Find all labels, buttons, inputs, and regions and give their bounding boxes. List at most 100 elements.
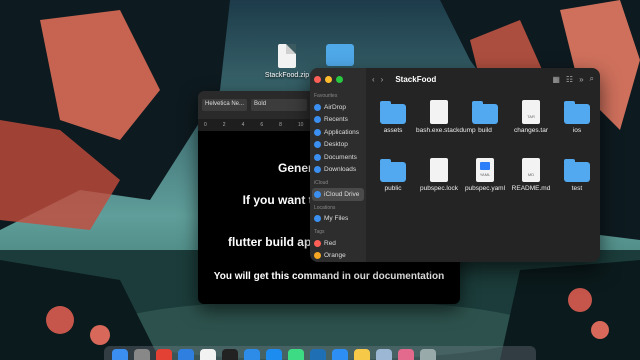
document-icon: TAR (522, 100, 540, 124)
photos-icon[interactable] (398, 349, 414, 360)
ruler-tick: 8 (279, 122, 282, 128)
sidebar-item-recents[interactable]: Recents (310, 114, 366, 127)
finder-icon[interactable] (112, 349, 128, 360)
sidebar-item-label: AirDrop (324, 103, 347, 111)
file-item[interactable]: public (370, 156, 416, 208)
ruler-tick: 4 (241, 122, 245, 128)
sidebar-item-desktop[interactable]: Desktop (310, 139, 366, 152)
clock-icon (314, 116, 321, 124)
app-store-icon[interactable] (266, 349, 282, 360)
file-item[interactable]: ios (554, 98, 600, 150)
file-name: pubspec.lock (420, 185, 458, 192)
file-item[interactable]: YAML pubspec.yaml (462, 156, 508, 208)
folder-icon (472, 101, 498, 124)
more-icon[interactable]: » (579, 75, 583, 84)
ruler-tick: 10 (297, 122, 304, 128)
notes-icon[interactable] (354, 349, 370, 360)
document-icon (430, 158, 448, 182)
airdrop-icon (314, 103, 321, 111)
sidebar-item-documents[interactable]: Documents (310, 151, 366, 164)
sidebar-item-label: Orange (324, 252, 346, 260)
sidebar-item-label: Desktop (324, 141, 348, 149)
vscode-icon[interactable] (310, 349, 326, 360)
preview-icon[interactable] (376, 349, 392, 360)
sidebar-item-label: Red (324, 239, 336, 247)
sidebar-section-header: Tags (314, 229, 325, 235)
folder-icon (380, 101, 406, 124)
orange-tag-icon (314, 252, 321, 260)
sidebar-item-label: Downloads (324, 166, 357, 174)
file-name: bash.exe.stackdump (416, 127, 476, 134)
dock (104, 346, 536, 360)
desktop-folder-icon[interactable] (326, 44, 354, 66)
file-grid: assets bash.exe.stackdump build TAR changes.… (366, 90, 600, 208)
applications-icon (314, 128, 321, 136)
zoom-button[interactable] (336, 76, 343, 83)
group-by-icon[interactable]: ☷ (566, 75, 573, 84)
calendar-icon[interactable] (200, 349, 216, 360)
sidebar-section-header: Favourites (314, 93, 338, 99)
sidebar-item-label: Documents (324, 153, 357, 161)
folder-icon (564, 101, 590, 124)
finder-toolbar: ‹ › StackFood ▦ ☷ » ⌕ (366, 68, 600, 90)
desktop-icon (314, 141, 321, 149)
chrome-icon[interactable] (156, 349, 172, 360)
file-name: public (384, 185, 402, 192)
file-name: build (478, 127, 492, 134)
file-name: README.md (511, 185, 551, 192)
document-icon (314, 153, 321, 161)
android-studio-icon[interactable] (288, 349, 304, 360)
window-title: StackFood (395, 74, 437, 84)
file-name: test (571, 185, 583, 192)
back-icon[interactable]: ‹ (372, 75, 375, 84)
file-item[interactable]: test (554, 156, 600, 208)
safari-icon[interactable] (332, 349, 348, 360)
file-name: assets (383, 127, 403, 134)
file-item[interactable]: bash.exe.stackdump (416, 98, 476, 150)
ruler-tick: 6 (260, 122, 264, 128)
minimize-button[interactable] (325, 76, 332, 83)
sidebar-item-airdrop[interactable]: AirDrop (310, 101, 366, 114)
file-name: ios (572, 127, 582, 134)
folder-icon (314, 215, 321, 223)
launchpad-icon[interactable] (134, 349, 150, 360)
ruler-tick: 2 (222, 122, 226, 128)
desktop-file-zip[interactable]: StackFood.zip (262, 44, 312, 79)
file-item[interactable]: MD README.md (508, 156, 554, 208)
mail-icon[interactable] (178, 349, 194, 360)
trash-icon[interactable] (420, 349, 436, 360)
sidebar-item-label: My Files (324, 215, 349, 223)
finder-sidebar: Favourites AirDrop Recents Applications … (310, 68, 366, 262)
sidebar-item-my-files[interactable]: My Files (310, 213, 366, 226)
font-style-select[interactable]: Bold (251, 99, 308, 111)
zip-file-icon (278, 44, 296, 68)
sidebar-item-label: iCloud Drive (324, 190, 360, 198)
file-item[interactable]: assets (370, 98, 416, 150)
sidebar-section-header: iCloud (314, 180, 329, 186)
xcode-icon[interactable] (244, 349, 260, 360)
sidebar-item-tag-orange[interactable]: Orange (310, 250, 366, 263)
view-toggle-icon[interactable]: ▦ (552, 75, 560, 84)
desktop-file-label: StackFood.zip (264, 72, 310, 79)
sidebar-item-downloads[interactable]: Downloads (310, 164, 366, 177)
file-item[interactable]: pubspec.lock (416, 156, 462, 208)
folder-icon (564, 159, 590, 182)
download-icon (314, 166, 321, 174)
file-item[interactable]: TAR changes.tar (508, 98, 554, 150)
sidebar-item-tag-red[interactable]: Red (310, 237, 366, 250)
terminal-icon[interactable] (222, 349, 238, 360)
sidebar-item-icloud-drive[interactable]: iCloud Drive (312, 188, 364, 201)
finder-window: Favourites AirDrop Recents Applications … (310, 68, 600, 262)
forward-icon[interactable]: › (381, 75, 384, 84)
folder-icon (380, 159, 406, 182)
search-icon[interactable]: ⌕ (590, 74, 594, 84)
sidebar-item-label: Recents (324, 116, 348, 124)
sidebar-item-applications[interactable]: Applications (310, 126, 366, 139)
cloud-icon (314, 190, 321, 198)
font-family-select[interactable]: Helvetica Ne... (202, 99, 248, 111)
file-item[interactable]: build (462, 98, 508, 150)
editor-line: You will get this command in our documen… (213, 271, 445, 282)
close-button[interactable] (314, 76, 321, 83)
file-name: changes.tar (514, 127, 548, 134)
sidebar-item-label: Applications (324, 128, 360, 136)
